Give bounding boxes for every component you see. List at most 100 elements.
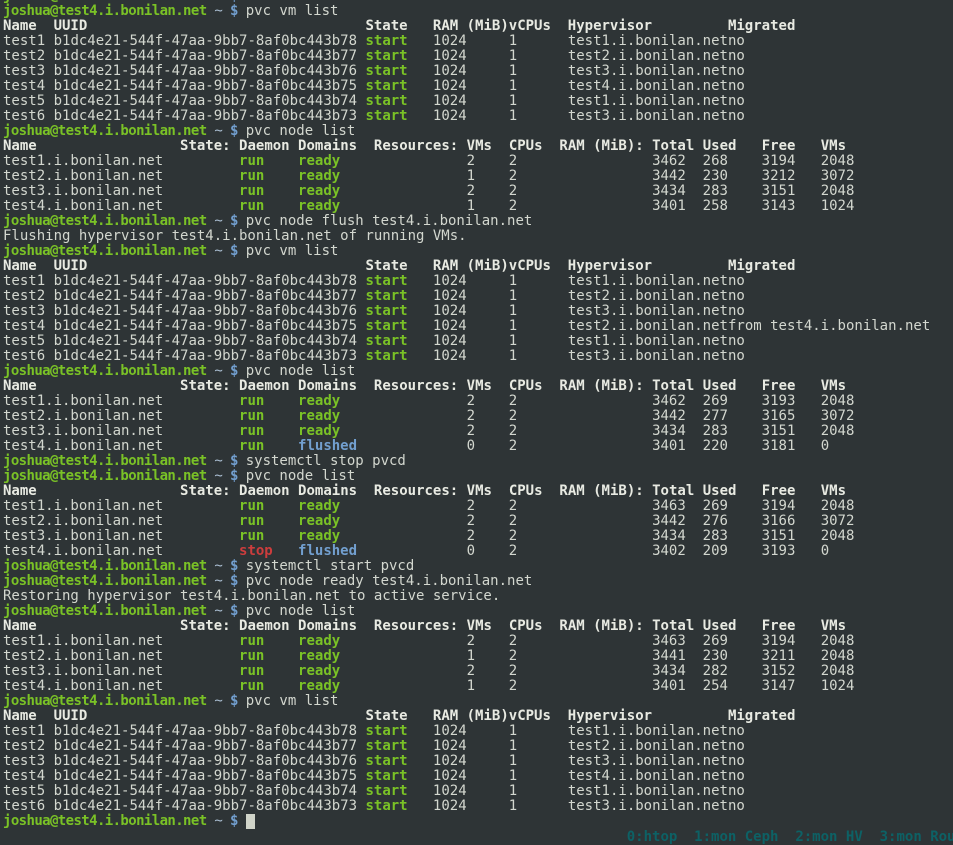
text-segment xyxy=(357,138,374,154)
text-segment xyxy=(728,168,762,184)
node-vms-cell: 2 xyxy=(467,528,475,544)
vm-ram-cell: 1024 xyxy=(433,723,467,739)
terminal-window[interactable]: joshua@test4.i.bonilan.net ~ $ joshua@te… xyxy=(0,0,953,839)
text-segment xyxy=(736,483,761,499)
vm-column-header: Migrated xyxy=(728,18,795,34)
node-column-header: Total xyxy=(652,618,694,634)
vm-uuid-cell: b1dc4e21-544f-47aa-9bb7-8af0bc443b73 xyxy=(54,348,357,364)
node-vms-cell: 1 xyxy=(467,678,475,694)
prompt-symbol: $ xyxy=(230,693,246,709)
text-segment xyxy=(357,618,374,634)
vm-uuid-cell: b1dc4e21-544f-47aa-9bb7-8af0bc443b76 xyxy=(54,753,357,769)
tmux-window-item[interactable]: 1:mon Ceph xyxy=(694,829,778,845)
text-segment xyxy=(543,378,560,394)
text-segment xyxy=(517,168,652,184)
tmux-window-item[interactable]: 2:mon HV xyxy=(795,829,862,845)
text-segment xyxy=(686,498,703,514)
vm-uuid-cell: b1dc4e21-544f-47aa-9bb7-8af0bc443b76 xyxy=(54,63,357,79)
vm-migrated-cell: no xyxy=(728,723,745,739)
text-segment xyxy=(408,303,433,319)
prompt-line: joshua@test4.i.bonilan.net ~ $ pvc node … xyxy=(3,124,930,139)
text-segment xyxy=(408,738,433,754)
node-ram-used-cell: 269 xyxy=(703,498,728,514)
vm-column-header: RAM (MiB) xyxy=(433,258,509,274)
vm-ram-cell: 1024 xyxy=(433,48,467,64)
vm-column-header: Name xyxy=(3,258,37,274)
text-segment xyxy=(458,618,466,634)
text-segment xyxy=(45,48,53,64)
vm-uuid-cell: b1dc4e21-544f-47aa-9bb7-8af0bc443b74 xyxy=(54,333,357,349)
vm-uuid-cell: b1dc4e21-544f-47aa-9bb7-8af0bc443b76 xyxy=(54,303,357,319)
text-segment xyxy=(517,768,568,784)
text-segment xyxy=(340,633,466,649)
text-segment xyxy=(408,348,433,364)
node-ram-total-cell: 3442 xyxy=(652,408,686,424)
node-ram-free-cell: 3193 xyxy=(762,393,796,409)
text-segment xyxy=(795,543,820,559)
text-segment xyxy=(517,48,568,64)
vm-migrated-cell: no xyxy=(728,48,745,64)
node-daemon-cell: run xyxy=(239,513,264,529)
prompt-symbol: $ xyxy=(230,468,246,484)
text-segment xyxy=(517,648,652,664)
vm-uuid-cell: b1dc4e21-544f-47aa-9bb7-8af0bc443b74 xyxy=(54,93,357,109)
vm-table-row: test5 b1dc4e21-544f-47aa-9bb7-8af0bc443b… xyxy=(3,94,930,109)
text-segment xyxy=(231,483,239,499)
node-name-cell: test3.i.bonilan.net xyxy=(3,528,163,544)
text-segment xyxy=(517,438,652,454)
text-segment xyxy=(45,768,53,784)
node-domains-cell: flushed xyxy=(298,543,357,559)
prompt-line: joshua@test4.i.bonilan.net ~ $ systemctl… xyxy=(3,454,930,469)
vm-migrated-cell: no xyxy=(728,78,745,94)
vm-name-cell: test4 xyxy=(3,78,45,94)
cursor[interactable] xyxy=(246,814,255,829)
node-vms-cell: 1 xyxy=(467,648,475,664)
node-column-header: Name xyxy=(3,618,37,634)
node-column-header: Resources: xyxy=(374,378,458,394)
text-segment xyxy=(340,168,466,184)
node-ram-free-cell: 3193 xyxy=(762,543,796,559)
node-table-row: test3.i.bonilan.net run ready 2 2 3434 2… xyxy=(3,424,930,439)
tmux-window-item[interactable]: 0:htop xyxy=(627,829,678,845)
text-segment xyxy=(163,393,239,409)
node-cpus-cell: 2 xyxy=(509,498,517,514)
vm-hypervisor-cell: test1.i.bonilan.net xyxy=(568,783,728,799)
text-segment xyxy=(467,108,509,124)
text-segment xyxy=(728,153,762,169)
prompt-cwd: ~ xyxy=(207,573,231,589)
vm-uuid-cell: b1dc4e21-544f-47aa-9bb7-8af0bc443b73 xyxy=(54,798,357,814)
text-segment xyxy=(264,423,298,439)
vm-uuid-cell: b1dc4e21-544f-47aa-9bb7-8af0bc443b78 xyxy=(54,723,357,739)
vm-uuid-cell: b1dc4e21-544f-47aa-9bb7-8af0bc443b74 xyxy=(54,783,357,799)
vm-ram-cell: 1024 xyxy=(433,753,467,769)
text-segment xyxy=(340,183,466,199)
vm-name-cell: test1 xyxy=(3,273,45,289)
node-column-header: CPUs xyxy=(509,138,543,154)
vm-table-row: test2 b1dc4e21-544f-47aa-9bb7-8af0bc443b… xyxy=(3,289,930,304)
text-segment xyxy=(163,648,239,664)
tmux-window-item[interactable]: 3:mon Router xyxy=(880,829,953,845)
text-segment xyxy=(340,678,466,694)
node-ram-used-cell: 276 xyxy=(703,513,728,529)
node-ram-vms-cell: 3072 xyxy=(821,513,855,529)
vm-name-cell: test2 xyxy=(3,48,45,64)
vm-migrated-cell: no xyxy=(728,303,745,319)
vm-column-header: RAM (MiB) xyxy=(433,18,509,34)
vm-state-cell: start xyxy=(365,78,407,94)
node-daemon-cell: run xyxy=(239,423,264,439)
vm-hypervisor-cell: test2.i.bonilan.net xyxy=(568,48,728,64)
text-segment xyxy=(45,348,53,364)
text-segment xyxy=(467,333,509,349)
vm-ram-cell: 1024 xyxy=(433,63,467,79)
vm-state-cell: start xyxy=(365,63,407,79)
vm-name-cell: test2 xyxy=(3,738,45,754)
text-segment xyxy=(475,438,509,454)
vm-vcpus-cell: 1 xyxy=(509,318,517,334)
vm-ram-cell: 1024 xyxy=(433,333,467,349)
node-daemon-cell: run xyxy=(239,678,264,694)
vm-ram-cell: 1024 xyxy=(433,33,467,49)
node-ram-total-cell: 3402 xyxy=(652,543,686,559)
text-segment xyxy=(517,678,652,694)
vm-vcpus-cell: 1 xyxy=(509,33,517,49)
vm-vcpus-cell: 1 xyxy=(509,723,517,739)
